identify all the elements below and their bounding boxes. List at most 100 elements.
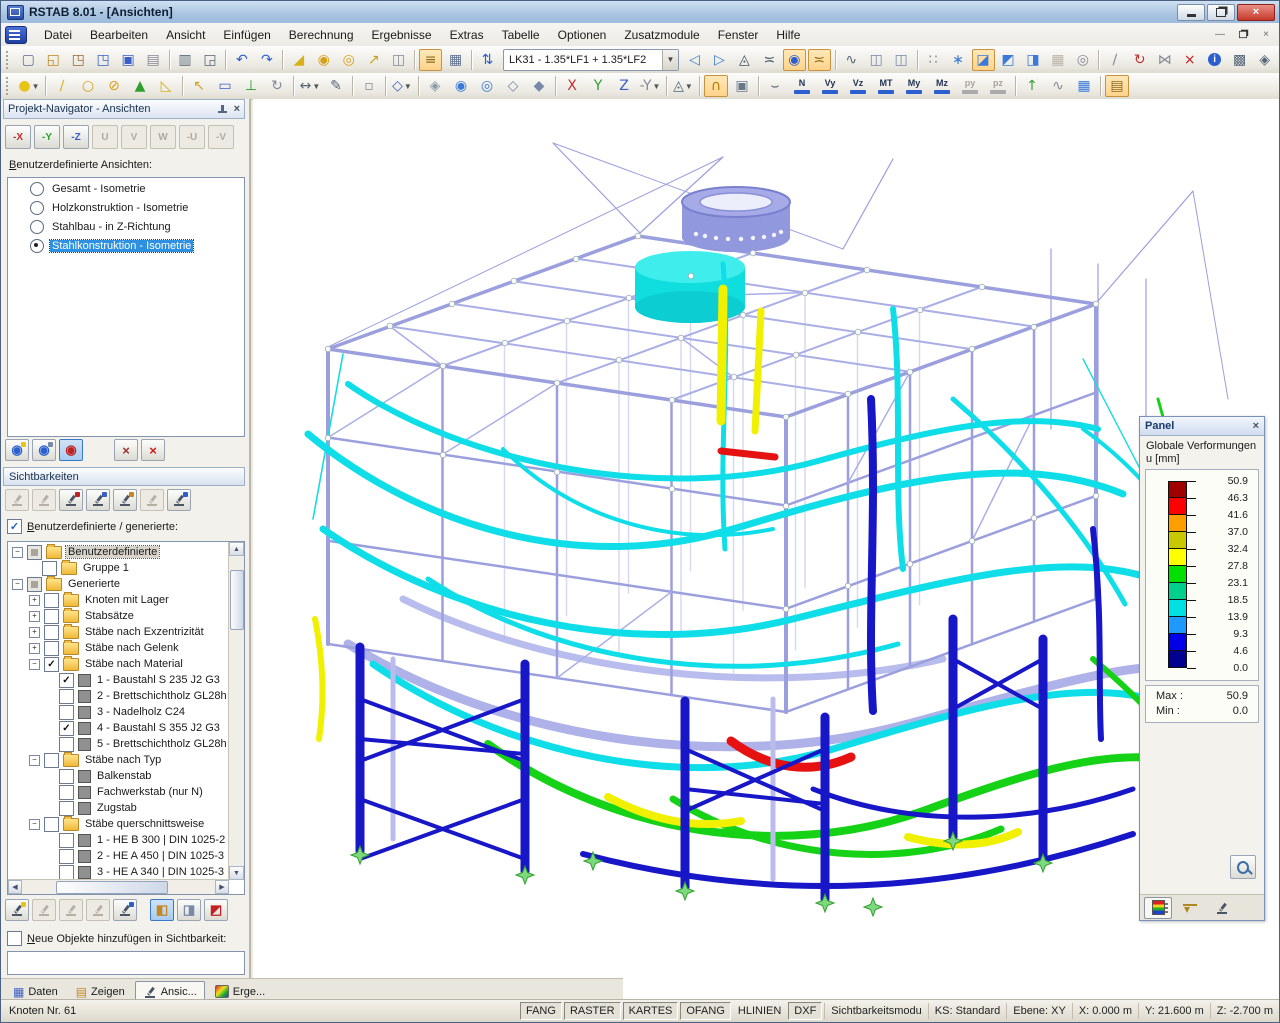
next-loadcase-button[interactable]: ▷ <box>708 49 731 71</box>
visibility-combo[interactable] <box>7 951 245 975</box>
new-member-button[interactable]: ∕ <box>50 75 74 97</box>
rotate-view-button[interactable]: ↻ <box>1128 49 1151 71</box>
result-n-button[interactable]: N <box>789 75 815 97</box>
tree-item[interactable]: + Stäbe nach Exzentrizität <box>10 623 228 640</box>
status-toggle-dxf[interactable]: DXF <box>788 1002 823 1020</box>
print-button[interactable]: ▥ <box>174 49 197 71</box>
save-button[interactable]: ▣ <box>117 49 140 71</box>
restore-button[interactable] <box>1207 3 1235 21</box>
menu-hilfe[interactable]: Hilfe <box>767 25 809 45</box>
tree-checkbox[interactable] <box>27 576 42 592</box>
view-minus-y-button[interactable]: -Y ▼ <box>638 75 662 97</box>
vis-edit-button[interactable] <box>5 899 29 921</box>
tree-checkbox[interactable] <box>59 768 74 784</box>
menu-ansicht[interactable]: Ansicht <box>157 25 214 45</box>
project-manager-button[interactable]: ◳ <box>67 49 90 71</box>
status-toggle-hlinien[interactable]: HLINIEN <box>733 1003 786 1019</box>
new-support-button[interactable]: ⊥ <box>239 75 263 97</box>
result-diagrams-button[interactable]: ∩ <box>704 75 728 97</box>
zoom-window-button[interactable]: ◉ <box>449 75 473 97</box>
view-button--u[interactable]: -U <box>179 125 205 149</box>
vis-tool-3-button[interactable] <box>59 899 83 921</box>
tree-item[interactable]: − Stäbe nach Typ <box>10 751 228 768</box>
new-model-data-button[interactable]: ◢ <box>287 49 310 71</box>
tree-checkbox[interactable] <box>44 640 59 656</box>
tree-checkbox[interactable]: ✓ <box>44 656 59 672</box>
result-vz-button[interactable]: Vz <box>845 75 871 97</box>
tree-expander-icon[interactable]: + <box>29 626 40 638</box>
smooth-diagrams-button[interactable]: ∿ <box>1046 75 1070 97</box>
view-button--y[interactable]: -Y <box>34 125 60 149</box>
result-pz-button[interactable]: pz <box>985 75 1011 97</box>
mirror-button[interactable]: ⋈ <box>1153 49 1176 71</box>
view-x-button[interactable]: X <box>560 75 584 97</box>
show-results-button[interactable]: ◉ <box>782 48 806 71</box>
tree-item[interactable]: 3 - Nadelholz C24 <box>10 704 228 720</box>
tree-expander-icon[interactable]: − <box>12 578 23 590</box>
workplane-xy-button[interactable]: ◪ <box>971 48 995 71</box>
tree-checkbox[interactable] <box>27 544 42 560</box>
tree-item[interactable]: 1 - HE B 300 | DIN 1025-2 <box>10 832 228 848</box>
result-vy-button[interactable]: Vy <box>817 75 843 97</box>
pick-object-button[interactable]: ↗ <box>362 49 385 71</box>
tree-expander-icon[interactable]: − <box>29 658 40 670</box>
toolbar-grip[interactable] <box>6 77 13 95</box>
tree-expander-icon[interactable]: − <box>29 818 40 830</box>
result-tables-button[interactable]: ▦ <box>1072 75 1096 97</box>
wireframe-view-button[interactable]: ◇ <box>501 75 525 97</box>
generated-checkbox-row[interactable]: ✓ Benutzerdefinierte / generierte: <box>7 519 178 534</box>
panel-title-bar[interactable]: Panel × <box>1140 417 1264 436</box>
model-viewport[interactable]: Panel × Globale Verformungen u [mm] 50.9… <box>253 99 1279 1002</box>
show-deformation-button[interactable]: ⌣ <box>763 75 787 97</box>
tree-item[interactable]: − Stäbe querschnittsweise <box>10 815 228 832</box>
menu-ergebnisse[interactable]: Ergebnisse <box>363 25 441 45</box>
view-z-button[interactable]: Z <box>612 75 636 97</box>
open-file-button[interactable]: ◱ <box>42 49 65 71</box>
visibility-by-views-button[interactable]: ◉ <box>32 439 56 461</box>
menu-fenster[interactable]: Fenster <box>709 25 768 45</box>
result-values-mode-button[interactable]: ≍ <box>758 49 781 71</box>
tree-checkbox[interactable] <box>59 832 74 848</box>
load-display-button[interactable]: ∿ <box>840 49 863 71</box>
panel-close-icon[interactable]: × <box>1253 420 1259 432</box>
view-button--z[interactable]: -Z <box>63 125 89 149</box>
view-delete-button[interactable]: × <box>114 439 138 461</box>
render-mode-button[interactable]: ◈ <box>423 75 447 97</box>
tree-item[interactable]: − Benutzerdefinierte <box>10 544 228 560</box>
tree-item[interactable]: Fachwerkstab (nur N) <box>10 784 228 800</box>
move-grid-button[interactable]: ∷ <box>922 49 945 71</box>
tree-horizontal-scrollbar[interactable]: ◀ ▶ <box>8 879 229 894</box>
tree-checkbox[interactable] <box>44 608 59 624</box>
tree-checkbox[interactable] <box>42 560 57 576</box>
tree-item[interactable]: + Knoten mit Lager <box>10 591 228 608</box>
selection-mode-button[interactable]: ◎ <box>1071 49 1094 71</box>
vis-tool-4-button[interactable] <box>86 899 110 921</box>
tree-expander-icon[interactable]: − <box>12 546 23 558</box>
options-button[interactable]: ◈ <box>1253 49 1276 71</box>
vis-mode-all-button[interactable] <box>5 489 29 511</box>
vis-by-number-button[interactable] <box>86 489 110 511</box>
info-button[interactable]: i <box>1203 49 1226 71</box>
view-button--x[interactable]: -X <box>5 125 31 149</box>
radio-icon[interactable] <box>30 238 44 253</box>
tree-checkbox[interactable] <box>59 704 74 720</box>
tree-item[interactable]: − Generierte <box>10 575 228 592</box>
window-arrange-1-button[interactable]: ◫ <box>865 49 888 71</box>
copy-window-button[interactable]: ◫ <box>387 49 410 71</box>
navigator-close-icon[interactable]: × <box>234 103 240 115</box>
status-toggle-raster[interactable]: RASTER <box>563 1002 621 1020</box>
zoom-out-button[interactable]: ◎ <box>475 75 499 97</box>
move-node-button[interactable]: ↖ <box>187 75 211 97</box>
tree-expander-icon[interactable]: + <box>29 642 40 654</box>
result-mz-button[interactable]: Mz <box>929 75 955 97</box>
view-item-3[interactable]: Stahlkonstruktion - Isometrie <box>8 237 244 254</box>
tree-checkbox[interactable] <box>59 864 74 879</box>
menu-extras[interactable]: Extras <box>441 25 493 45</box>
tree-item[interactable]: 2 - HE A 450 | DIN 1025-3 <box>10 848 228 864</box>
vis-apply-button[interactable] <box>113 899 137 921</box>
solid-view-button[interactable]: ◆ <box>527 75 551 97</box>
vis-union-button[interactable]: ◧ <box>150 899 174 921</box>
tree-vertical-scrollbar[interactable]: ▲ ▼ <box>228 542 244 880</box>
radio-icon[interactable] <box>30 181 44 196</box>
delete-button[interactable]: × <box>1178 49 1201 71</box>
